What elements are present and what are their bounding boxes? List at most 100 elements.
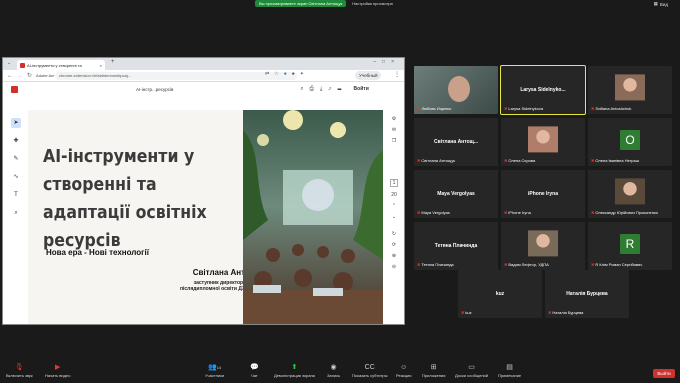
refresh-icon[interactable]: ⟳ xyxy=(392,242,396,248)
record-button[interactable]: ◉ Запись xyxy=(327,364,340,378)
participant-name: ✖ Svitlana Antoshchuk xyxy=(591,106,631,111)
meeting-controls: 🎙 Включить звук ▶ Начать видео 👥14 Участник… xyxy=(0,361,680,383)
reload-icon[interactable]: ↻ xyxy=(27,72,32,79)
slide-title: AI-інструменти у створенні та адаптації … xyxy=(43,147,207,251)
captions-button[interactable]: CC Показать субтитры xyxy=(352,364,387,378)
zoom-out-icon[interactable]: ⊖ xyxy=(392,264,396,270)
extension-icon[interactable]: ● xyxy=(284,71,287,77)
leave-button[interactable]: Выйти xyxy=(653,369,675,378)
participant-name-text: Наталія Бурцева xyxy=(552,310,584,315)
zoom-in-icon[interactable]: ⊕ xyxy=(392,253,396,259)
back-icon[interactable]: ← xyxy=(7,73,13,79)
tab-list-icon[interactable]: ⌄ xyxy=(7,60,11,66)
participant-tile[interactable]: Світлана Антощ... ✖ Світлана Антощук xyxy=(414,118,498,166)
participant-tile[interactable]: kuz ✖ kuz xyxy=(458,270,542,318)
participant-tile[interactable]: Наталія Бурцева ✖ Наталія Бурцева xyxy=(545,270,629,318)
translate-icon[interactable]: ⇄ xyxy=(265,71,269,77)
participant-display-name: kuz xyxy=(495,291,505,297)
view-settings-menu[interactable]: Настройки просмотра xyxy=(352,1,393,6)
participant-tile[interactable]: Larysa Sidelnyko... ✖ Larysa Sidelnykova xyxy=(500,65,586,115)
participant-tile[interactable]: R ✖ R Клім Роман Сергійович xyxy=(588,222,672,270)
chat-button[interactable]: 💬 Чат xyxy=(250,364,259,378)
whiteboards-button[interactable]: ▭ Доски сообщений xyxy=(455,364,488,378)
avatar xyxy=(528,126,558,153)
tab-bar: ⌄ AI-інструменти у створенні та × + –□× xyxy=(3,58,404,70)
annotation-toolbar: ➤ ✚ ✎ ∿ T ⌕ xyxy=(9,118,23,218)
participant-display-name: Тетяна Плачинда xyxy=(434,243,478,249)
participant-tile[interactable]: ✖ Svitlana Antoshchuk xyxy=(588,66,672,114)
avatar xyxy=(528,230,558,257)
star-icon[interactable]: ☆ xyxy=(274,71,278,77)
participant-name: ✖ R Клім Роман Сергійович xyxy=(591,262,642,267)
participant-name-text: iPhone Iryna xyxy=(508,210,531,215)
settings-icon[interactable]: ⚙ xyxy=(392,116,396,122)
sign-in-button[interactable]: Войти xyxy=(354,86,369,92)
participant-tile[interactable]: O ✖ Олена Іванівна Неграш xyxy=(588,118,672,166)
mic-muted-icon: ✖ xyxy=(591,210,595,215)
notes-icon: ▤ xyxy=(506,364,513,371)
url-input[interactable]: chrome-extension://efaidnbmnnnibpcaj... xyxy=(55,72,297,80)
avatar xyxy=(615,74,645,101)
pen-icon[interactable]: ✎ xyxy=(11,154,21,164)
participant-display-name: iPhone Iryna xyxy=(527,191,558,197)
share-icon: ⬆ xyxy=(291,364,298,371)
add-comment-icon[interactable]: ✚ xyxy=(11,136,21,146)
participant-name: ✖ Тетяна Плачинда xyxy=(417,262,454,267)
notes-button[interactable]: ▤ Примечание xyxy=(498,364,521,378)
draw-icon[interactable]: ∿ xyxy=(11,172,21,182)
participant-name-text: Олександр Юрійович Прокопенко xyxy=(595,210,659,215)
participant-tile[interactable]: iPhone Iryna ✖ iPhone Iryna xyxy=(501,170,585,218)
extension-icon-2[interactable]: ● xyxy=(292,71,295,77)
profile-button[interactable]: Учебный xyxy=(355,71,382,80)
next-page-icon[interactable]: ⌄ xyxy=(392,214,396,220)
participant-tile[interactable]: ✖ Олена Сєрова xyxy=(501,118,585,166)
share-banner: Вы просматриваете экран Світлана Антощук… xyxy=(255,0,393,7)
page-number-input[interactable]: 1 xyxy=(389,179,399,187)
reactions-label: Реакции xyxy=(396,373,412,378)
participant-display-name: Наталія Бурцева xyxy=(566,291,608,297)
prev-page-icon[interactable]: ⌃ xyxy=(392,203,396,209)
text-icon[interactable]: T xyxy=(11,190,21,200)
participant-name: ✖ Світлана Антощук xyxy=(417,158,455,163)
participant-tile[interactable]: ✖ Вадим Лефтор, УДПА xyxy=(501,222,585,270)
forward-icon[interactable]: → xyxy=(17,73,23,79)
participant-name-text: Svitlana Antoshchuk xyxy=(595,106,632,111)
whiteboards-label: Доски сообщений xyxy=(455,373,489,378)
view-button[interactable]: ▦ Вид xyxy=(654,1,668,7)
participant-tile[interactable]: Maya Vergolyas ✖ Maya Vergolyas xyxy=(414,170,498,218)
mic-off-icon: 🎙 xyxy=(14,364,24,371)
window-controls[interactable]: –□× xyxy=(373,59,400,65)
participant-name-text: Любовь Ищенко xyxy=(421,106,452,111)
menu-icon[interactable]: ⋮ xyxy=(394,71,400,78)
apps-button[interactable]: ⊞ Приложения xyxy=(422,364,445,378)
participants-button[interactable]: 👥14 Участники xyxy=(205,364,224,378)
search-tool-icon[interactable]: ⌕ xyxy=(11,208,21,218)
participants-count: 14 xyxy=(216,365,222,370)
participant-name-text: R Клім Роман Сергійович xyxy=(595,262,643,267)
share-screen-button[interactable]: ⬆ Демонстрация экрана xyxy=(274,364,315,378)
browser-tab[interactable]: AI-інструменти у створенні та × xyxy=(17,60,105,70)
comments-icon[interactable]: ✉ xyxy=(392,127,396,133)
close-tab-icon[interactable]: × xyxy=(100,63,102,68)
participant-tile[interactable]: Тетяна Плачинда ✖ Тетяна Плачинда xyxy=(414,222,498,270)
participant-name: ✖ kuz xyxy=(461,310,472,315)
participant-name-text: Maya Vergolyas xyxy=(421,210,450,215)
extensions-row: ⇄ ☆ ● ● ✦ xyxy=(265,71,304,77)
start-video-button[interactable]: ▶ Начать видео xyxy=(45,364,70,378)
reactions-button[interactable]: ☺ Реакции xyxy=(396,364,411,378)
zoom-meeting-window: Вы просматриваете экран Світлана Антощук… xyxy=(0,0,680,383)
participant-tile[interactable]: ✖ Любовь Ищенко xyxy=(414,66,498,114)
pdf-actions[interactable]: ⌕⎙⤓⤴☰ xyxy=(300,86,347,93)
bookmark-icon[interactable]: ❐ xyxy=(392,138,396,144)
mic-muted-icon: ✖ xyxy=(548,310,552,315)
unmute-button[interactable]: 🎙 Включить звук xyxy=(6,364,33,378)
mic-muted-icon: ✖ xyxy=(417,210,421,215)
select-cursor-icon[interactable]: ➤ xyxy=(11,118,21,128)
participant-tile[interactable]: ✖ Олександр Юрійович Прокопенко xyxy=(588,170,672,218)
pdf-icon xyxy=(20,62,25,68)
camera-off-icon: ▶ xyxy=(55,364,61,371)
site-chip[interactable]: Adobe Acr xyxy=(36,73,54,78)
rotate-icon[interactable]: ↻ xyxy=(392,231,396,237)
new-tab-button[interactable]: + xyxy=(111,59,115,65)
puzzle-icon[interactable]: ✦ xyxy=(300,71,304,77)
